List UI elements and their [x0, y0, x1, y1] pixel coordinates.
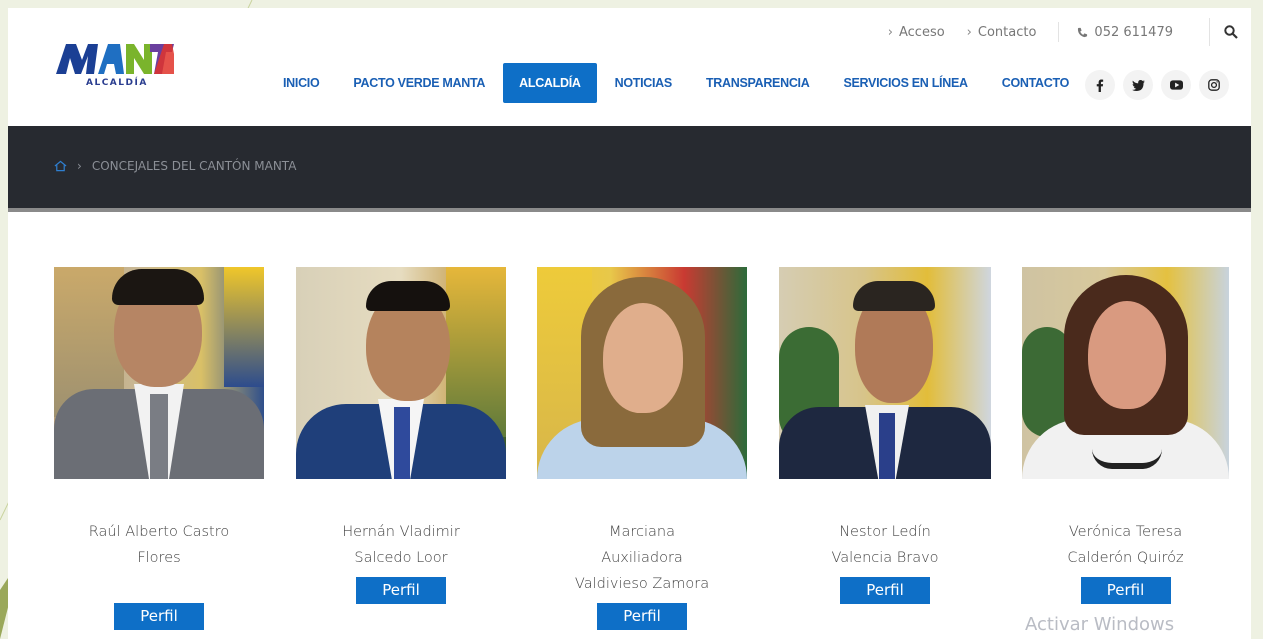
breadcrumb-current: CONCEJALES DEL CANTÓN MANTA [91, 159, 297, 173]
name-line: Auxiliadora [601, 550, 683, 566]
name-line: Verónica Teresa [1068, 524, 1183, 540]
councilor-name: Raúl Alberto Castro Flores [54, 519, 264, 571]
perfil-button[interactable]: Perfil [114, 603, 204, 630]
instagram-icon [1208, 79, 1220, 91]
breadcrumb: › CONCEJALES DEL CANTÓN MANTA [54, 159, 296, 173]
band-shadow-divider [8, 208, 1251, 212]
councilor-card: Nestor Ledín Valencia Bravo Perfil [779, 267, 991, 604]
name-line: Calderón Quiróz [1067, 550, 1184, 566]
councilor-name: Nestor Ledín Valencia Bravo [779, 519, 991, 571]
youtube-icon [1169, 80, 1183, 90]
nav-alcaldia[interactable]: ALCALDÍA [503, 63, 597, 103]
councilor-name: Hernán Vladimir Salcedo Loor [296, 519, 506, 571]
councilor-photo[interactable] [54, 267, 264, 479]
browser-page: ALCALDÍA Acceso Contacto 052 611479 INIC… [8, 8, 1251, 639]
nav-transparencia[interactable]: TRANSPARENCIA [706, 76, 810, 90]
name-line: Marciana [608, 524, 675, 540]
nav-pacto-verde[interactable]: PACTO VERDE MANTA [353, 76, 485, 90]
perfil-button[interactable]: Perfil [597, 603, 687, 630]
contacto-top-link[interactable]: Contacto [967, 25, 1037, 40]
youtube-button[interactable] [1161, 70, 1191, 100]
councilor-card: Marciana Auxiliadora Valdivieso Zamora P… [537, 267, 747, 630]
councilor-photo[interactable] [296, 267, 506, 479]
councilor-card: Verónica Teresa Calderón Quiróz Perfil [1022, 267, 1229, 604]
name-line: Valdivieso Zamora [574, 576, 710, 592]
search-icon [1223, 25, 1238, 39]
social-links [1085, 70, 1237, 100]
name-line: Valencia Bravo [831, 550, 939, 566]
name-line: Raúl Alberto Castro [88, 524, 230, 540]
councilor-name: Marciana Auxiliadora Valdivieso Zamora [537, 519, 747, 597]
councilor-name: Verónica Teresa Calderón Quiróz [1022, 519, 1229, 571]
breadcrumb-separator: › [77, 159, 82, 173]
home-icon[interactable] [54, 160, 67, 172]
phone-text: 052 611479 [1094, 24, 1173, 40]
name-line: Flores [137, 550, 181, 566]
nav-noticias[interactable]: NOTICIAS [615, 76, 673, 90]
twitter-button[interactable] [1123, 70, 1153, 100]
facebook-button[interactable] [1085, 70, 1115, 100]
top-utility-bar: Acceso Contacto 052 611479 [888, 18, 1251, 46]
name-line: Salcedo Loor [354, 550, 448, 566]
perfil-button[interactable]: Perfil [840, 577, 930, 604]
perfil-button[interactable]: Perfil [1080, 577, 1171, 604]
nav-inicio[interactable]: INICIO [283, 76, 320, 90]
topbar-divider [1058, 22, 1060, 42]
phone-icon [1078, 27, 1088, 37]
name-line: Hernán Vladimir [342, 524, 460, 540]
phone-number[interactable]: 052 611479 [1077, 25, 1173, 40]
windows-activation-watermark: Activar Windows [1025, 614, 1175, 635]
twitter-icon [1131, 79, 1145, 91]
manta-logo[interactable] [54, 40, 174, 100]
page-title-band: › CONCEJALES DEL CANTÓN MANTA [8, 126, 1251, 208]
councilor-card: Hernán Vladimir Salcedo Loor Perfil [296, 267, 506, 604]
name-line: Nestor Ledín [839, 524, 931, 540]
councilor-photo[interactable] [1022, 267, 1229, 479]
main-navigation: INICIO PACTO VERDE MANTA ALCALDÍA NOTICI… [283, 62, 1103, 104]
facebook-icon [1096, 78, 1104, 92]
councilor-photo[interactable] [537, 267, 747, 479]
nav-servicios[interactable]: SERVICIOS EN LÍNEA [843, 76, 968, 90]
logo-subtitle: ALCALDÍA [86, 78, 148, 88]
acceso-link[interactable]: Acceso [888, 25, 945, 40]
perfil-button[interactable]: Perfil [356, 577, 446, 604]
search-button[interactable] [1209, 18, 1251, 46]
nav-contacto[interactable]: CONTACTO [1002, 76, 1070, 90]
site-header: ALCALDÍA Acceso Contacto 052 611479 INIC… [8, 8, 1251, 126]
councilor-photo[interactable] [779, 267, 991, 479]
instagram-button[interactable] [1199, 70, 1229, 100]
councilor-card: Raúl Alberto Castro Flores Perfil [54, 267, 264, 630]
